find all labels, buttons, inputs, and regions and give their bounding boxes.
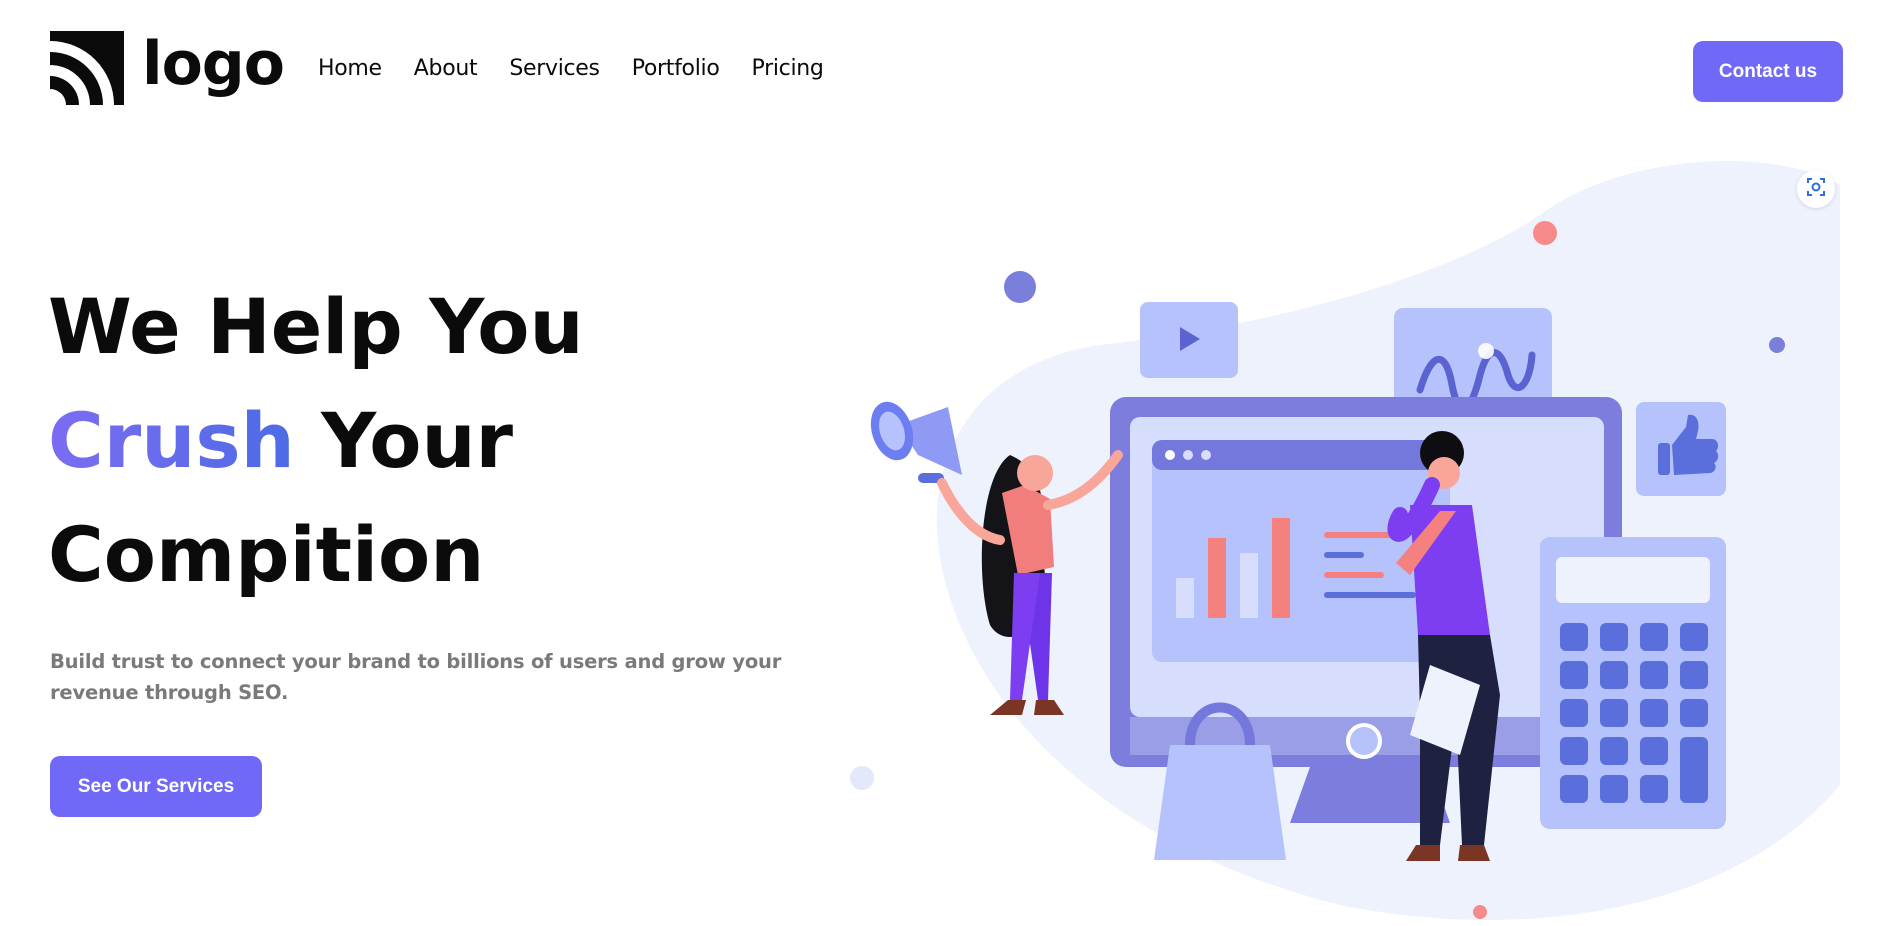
image-search-lens-button[interactable]: [1797, 170, 1835, 208]
hero-title-accent: Crush: [48, 396, 295, 485]
contact-us-button[interactable]: Contact us: [1693, 41, 1843, 102]
play-card: [1140, 302, 1238, 378]
hero-subtitle: Build trust to connect your brand to bil…: [50, 650, 782, 704]
see-our-services-button[interactable]: See Our Services: [50, 756, 262, 817]
nav-portfolio[interactable]: Portfolio: [632, 56, 720, 81]
main-nav: Home About Services Portfolio Pricing: [318, 56, 824, 81]
logo[interactable]: logo: [50, 29, 285, 106]
decor-dot: [1769, 337, 1785, 353]
decor-dot: [1473, 905, 1487, 919]
decor-dot: [1533, 221, 1557, 245]
nav-services[interactable]: Services: [509, 56, 600, 81]
hero-title-line2: Your: [321, 396, 514, 485]
calculator: [1540, 537, 1726, 829]
decor-dot: [1004, 271, 1036, 303]
hero-title-line3: Compition: [48, 510, 485, 599]
decor-dot: [850, 766, 874, 790]
hero-title: We Help You Crush Your Compition: [48, 270, 584, 612]
nav-pricing[interactable]: Pricing: [752, 56, 824, 81]
nav-home[interactable]: Home: [318, 56, 382, 81]
hero-title-line1: We Help You: [48, 282, 584, 371]
lens-icon: [1806, 177, 1826, 201]
logo-mark-icon: [50, 31, 124, 105]
nav-about[interactable]: About: [414, 56, 478, 81]
hero-illustration: [840, 155, 1850, 922]
thumbs-card: [1636, 402, 1726, 496]
marketing-illustration: [850, 161, 1840, 920]
logo-text: logo: [142, 29, 285, 99]
landing-page: logo Home About Services Portfolio Prici…: [0, 0, 1884, 922]
